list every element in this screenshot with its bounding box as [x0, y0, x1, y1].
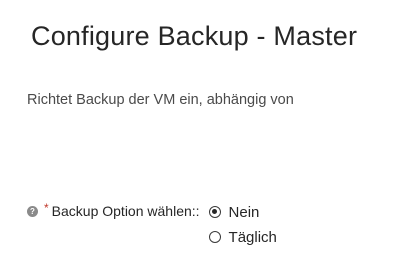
- backup-option-field: ? * Backup Option wählen:: Nein Täglich: [27, 201, 277, 248]
- required-marker: *: [44, 201, 49, 215]
- dialog-description: Richtet Backup der VM ein, abhängig von: [27, 92, 294, 108]
- radio-button-taeglich[interactable]: [208, 231, 221, 243]
- radio-label-taeglich: Täglich: [228, 228, 277, 246]
- radio-button-nein[interactable]: [208, 206, 221, 218]
- radio-label-nein: Nein: [228, 203, 260, 221]
- radio-option-nein[interactable]: Nein: [208, 201, 277, 223]
- backup-option-label: Backup Option wählen::: [51, 203, 200, 219]
- radio-option-taeglich[interactable]: Täglich: [208, 226, 277, 248]
- backup-option-radio-group: Nein Täglich: [208, 201, 277, 248]
- backup-option-label-group: ? * Backup Option wählen::: [27, 201, 200, 221]
- dialog-title: Configure Backup - Master: [31, 21, 358, 51]
- help-icon[interactable]: ?: [27, 205, 38, 217]
